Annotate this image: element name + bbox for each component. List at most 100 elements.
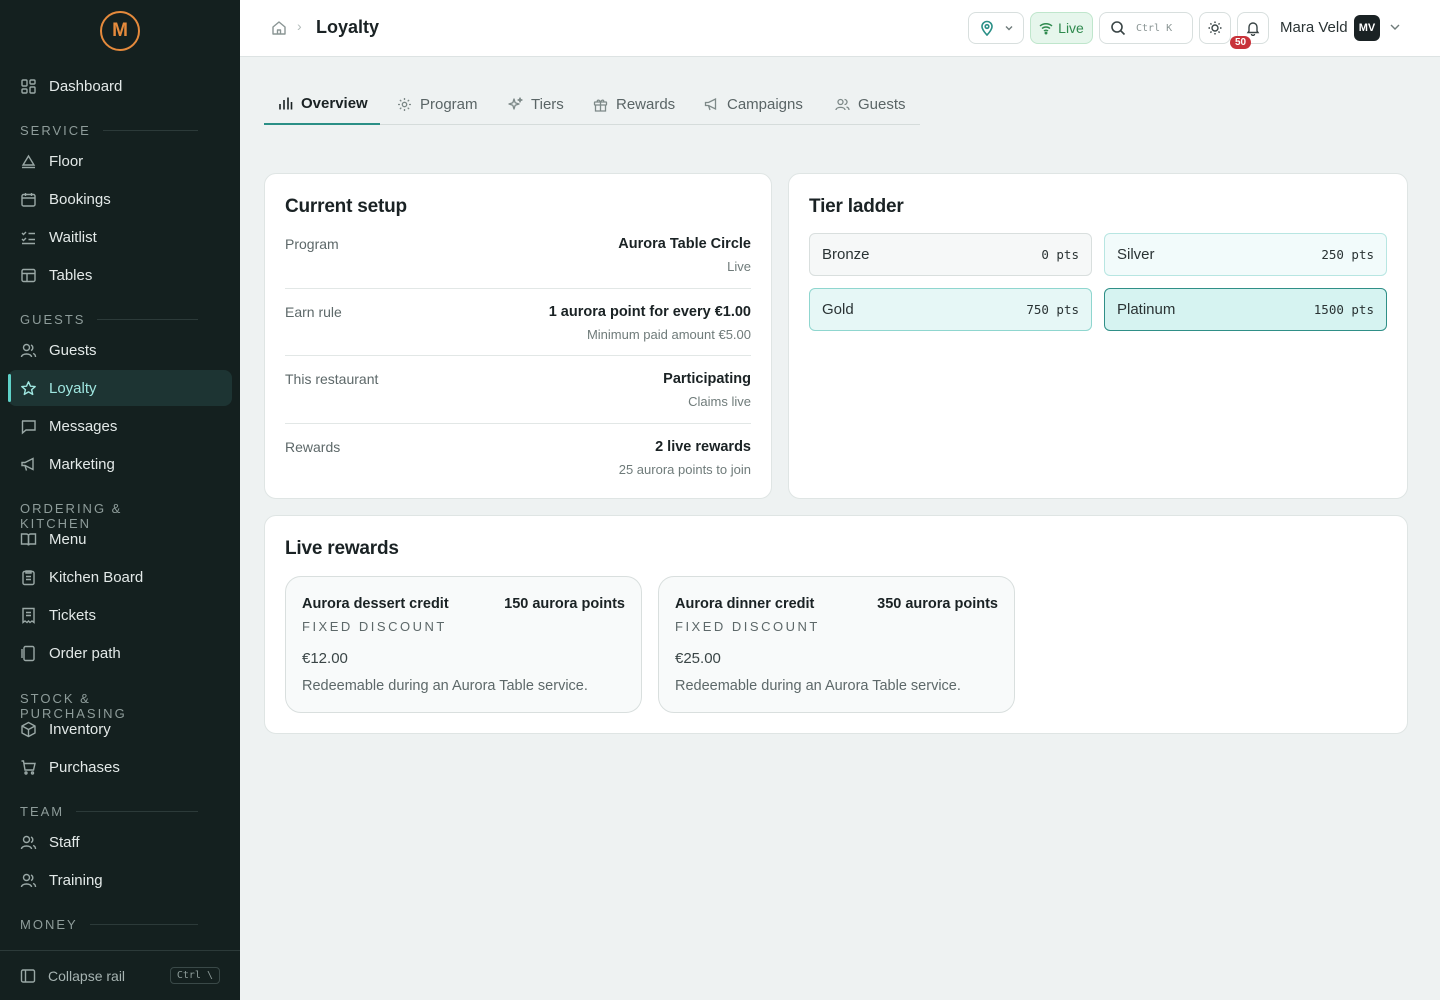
megaphone-icon bbox=[704, 97, 719, 112]
notification-count-badge: 50 bbox=[1230, 36, 1252, 49]
reward-type: FIXED DISCOUNT bbox=[675, 619, 820, 634]
page-title: Loyalty bbox=[316, 17, 380, 37]
row-value: Participating bbox=[663, 371, 751, 387]
sidebar-item-inventory[interactable]: Inventory bbox=[8, 711, 232, 747]
book-open-icon bbox=[20, 531, 37, 548]
sidebar-item-label: Tables bbox=[49, 266, 93, 284]
bell-icon bbox=[1245, 20, 1261, 36]
row-value: 2 live rewards bbox=[655, 439, 751, 455]
live-rewards-card: Live rewards Aurora dessert credit 150 a… bbox=[264, 515, 1408, 734]
sidebar-item-label: Marketing bbox=[49, 455, 115, 473]
tier-name: Platinum bbox=[1117, 301, 1176, 318]
section-team: TEAM bbox=[20, 804, 198, 819]
megaphone-icon bbox=[20, 456, 37, 473]
reward-card-dinner[interactable]: Aurora dinner credit 350 aurora points F… bbox=[658, 576, 1015, 713]
brand-logo[interactable]: M bbox=[100, 11, 140, 51]
star-icon bbox=[20, 380, 37, 397]
tab-guests[interactable]: Guests bbox=[835, 84, 906, 125]
sidebar-item-waitlist[interactable]: Waitlist bbox=[8, 219, 232, 255]
users-icon bbox=[835, 97, 850, 112]
receipt-icon bbox=[20, 607, 37, 624]
sidebar-item-tickets[interactable]: Tickets bbox=[8, 597, 232, 633]
tier-silver: Silver 250 pts bbox=[1104, 233, 1387, 276]
gear-icon bbox=[397, 97, 412, 112]
floor-icon bbox=[20, 153, 37, 170]
sidebar-item-label: Staff bbox=[49, 833, 80, 851]
sidebar-item-staff[interactable]: Staff bbox=[8, 824, 232, 860]
sidebar-item-label: Purchases bbox=[49, 758, 120, 776]
row-label: Earn rule bbox=[285, 304, 342, 320]
row-subtext: Minimum paid amount €5.00 bbox=[586, 327, 751, 342]
collapse-label: Collapse rail bbox=[48, 967, 126, 984]
sidebar-item-tables[interactable]: Tables bbox=[8, 257, 232, 293]
theme-toggle-button[interactable] bbox=[1199, 12, 1231, 44]
section-money: MONEY bbox=[20, 917, 198, 932]
breadcrumb-separator: › bbox=[297, 18, 302, 34]
sidebar-item-label: Tickets bbox=[49, 606, 96, 624]
tier-bronze: Bronze 0 pts bbox=[809, 233, 1092, 276]
tier-points: 750 pts bbox=[1026, 302, 1079, 317]
sidebar-item-kitchen-board[interactable]: Kitchen Board bbox=[8, 559, 232, 595]
sidebar-item-purchases[interactable]: Purchases bbox=[8, 749, 232, 785]
row-subtext: Live bbox=[727, 259, 751, 274]
reward-points: 150 aurora points bbox=[504, 596, 625, 612]
map-pin-icon bbox=[979, 20, 995, 36]
reward-name: Aurora dinner credit bbox=[675, 596, 815, 612]
sidebar-item-training[interactable]: Training bbox=[8, 862, 232, 898]
sidebar-item-floor[interactable]: Floor bbox=[8, 143, 232, 179]
row-label: Program bbox=[285, 236, 339, 252]
wifi-icon bbox=[1039, 21, 1053, 35]
message-icon bbox=[20, 418, 37, 435]
user-name[interactable]: Mara Veld bbox=[1280, 19, 1348, 36]
sidebar: M Dashboard SERVICE Floor Bookings Waitl… bbox=[0, 0, 240, 1000]
cart-icon bbox=[20, 759, 37, 776]
sidebar-item-guests[interactable]: Guests bbox=[8, 332, 232, 368]
row-label: Rewards bbox=[285, 439, 341, 455]
tier-ladder-card: Tier ladder Bronze 0 pts Silver 250 pts … bbox=[788, 173, 1408, 499]
clipboard-icon bbox=[20, 569, 37, 586]
table-icon bbox=[20, 267, 37, 284]
loyalty-tabs: Overview Program Tiers Rewards Campaigns… bbox=[264, 84, 920, 125]
sidebar-item-bookings[interactable]: Bookings bbox=[8, 181, 232, 217]
setup-row-program: Program Aurora Table Circle Live bbox=[285, 236, 751, 286]
tab-campaigns[interactable]: Campaigns bbox=[704, 84, 803, 125]
setup-row-restaurant: This restaurant Participating Claims liv… bbox=[285, 371, 751, 421]
setup-row-earn-rule: Earn rule 1 aurora point for every €1.00… bbox=[285, 304, 751, 354]
section-service: SERVICE bbox=[20, 123, 198, 138]
sidebar-item-label: Order path bbox=[49, 644, 121, 662]
live-label: Live bbox=[1058, 20, 1084, 36]
tab-program[interactable]: Program bbox=[397, 84, 478, 125]
tab-rewards[interactable]: Rewards bbox=[593, 84, 675, 125]
collapse-rail-button[interactable]: Collapse rail Ctrl \ bbox=[0, 950, 240, 1000]
reward-name: Aurora dessert credit bbox=[302, 596, 449, 612]
home-icon[interactable] bbox=[270, 19, 288, 37]
sidebar-item-order-path[interactable]: Order path bbox=[8, 635, 232, 671]
sidebar-item-loyalty[interactable]: Loyalty bbox=[8, 370, 232, 406]
tier-platinum: Platinum 1500 pts bbox=[1104, 288, 1387, 331]
box-icon bbox=[20, 721, 37, 738]
sparkles-icon bbox=[508, 97, 523, 112]
sidebar-item-messages[interactable]: Messages bbox=[8, 408, 232, 444]
tab-tiers[interactable]: Tiers bbox=[508, 84, 564, 125]
divider bbox=[285, 423, 751, 424]
top-header: › Loyalty Live Ctrl K 50 Mara Veld MV bbox=[240, 0, 1440, 57]
tier-name: Bronze bbox=[822, 246, 870, 263]
sidebar-item-label: Loyalty bbox=[49, 379, 97, 397]
reward-type: FIXED DISCOUNT bbox=[302, 619, 447, 634]
sidebar-item-label: Bookings bbox=[49, 190, 111, 208]
tier-points: 250 pts bbox=[1321, 247, 1374, 262]
avatar[interactable]: MV bbox=[1354, 15, 1380, 41]
calendar-icon bbox=[20, 191, 37, 208]
reward-card-dessert[interactable]: Aurora dessert credit 150 aurora points … bbox=[285, 576, 642, 713]
setup-row-rewards: Rewards 2 live rewards 25 aurora points … bbox=[285, 439, 751, 489]
sun-icon bbox=[1207, 20, 1223, 36]
tab-overview[interactable]: Overview bbox=[264, 84, 380, 125]
reward-amount: €12.00 bbox=[302, 650, 348, 667]
sidebar-item-marketing[interactable]: Marketing bbox=[8, 446, 232, 482]
sidebar-item-menu[interactable]: Menu bbox=[8, 521, 232, 557]
search-button[interactable]: Ctrl K bbox=[1099, 12, 1193, 44]
chevron-down-icon[interactable] bbox=[1388, 20, 1402, 34]
location-selector[interactable] bbox=[968, 12, 1024, 44]
sidebar-item-dashboard[interactable]: Dashboard bbox=[8, 68, 232, 104]
live-status-button[interactable]: Live bbox=[1030, 12, 1093, 44]
